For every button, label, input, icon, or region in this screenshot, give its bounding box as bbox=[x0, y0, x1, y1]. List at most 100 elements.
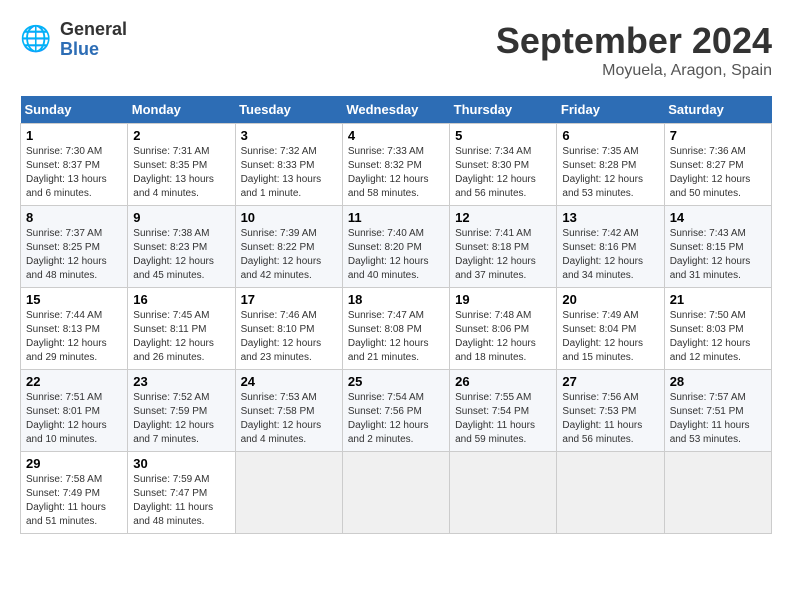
logo: 🌐 General Blue bbox=[20, 20, 127, 60]
day-number: 19 bbox=[455, 292, 551, 307]
day-number: 22 bbox=[26, 374, 122, 389]
day-info: Sunrise: 7:33 AM Sunset: 8:32 PM Dayligh… bbox=[348, 145, 444, 201]
day-number: 8 bbox=[26, 210, 122, 225]
day-number: 24 bbox=[241, 374, 337, 389]
calendar-day: 5 Sunrise: 7:34 AM Sunset: 8:30 PM Daylig… bbox=[450, 124, 557, 206]
day-info: Sunrise: 7:43 AM Sunset: 8:15 PM Dayligh… bbox=[670, 227, 766, 283]
calendar-day: 22 Sunrise: 7:51 AM Sunset: 8:01 PM Dayli… bbox=[21, 370, 128, 452]
calendar-day: 26 Sunrise: 7:55 AM Sunset: 7:54 PM Dayli… bbox=[450, 370, 557, 452]
day-info: Sunrise: 7:49 AM Sunset: 8:04 PM Dayligh… bbox=[562, 309, 658, 365]
calendar-week-1: 8 Sunrise: 7:37 AM Sunset: 8:25 PM Daylig… bbox=[21, 206, 772, 288]
day-number: 9 bbox=[133, 210, 229, 225]
day-number: 29 bbox=[26, 456, 122, 471]
day-info: Sunrise: 7:37 AM Sunset: 8:25 PM Dayligh… bbox=[26, 227, 122, 283]
calendar-day: 25 Sunrise: 7:54 AM Sunset: 7:56 PM Dayli… bbox=[342, 370, 449, 452]
day-info: Sunrise: 7:51 AM Sunset: 8:01 PM Dayligh… bbox=[26, 391, 122, 447]
day-info: Sunrise: 7:39 AM Sunset: 8:22 PM Dayligh… bbox=[241, 227, 337, 283]
calendar-day: 30 Sunrise: 7:59 AM Sunset: 7:47 PM Dayli… bbox=[128, 452, 235, 534]
day-number: 26 bbox=[455, 374, 551, 389]
calendar-day: 29 Sunrise: 7:58 AM Sunset: 7:49 PM Dayli… bbox=[21, 452, 128, 534]
calendar-day: 8 Sunrise: 7:37 AM Sunset: 8:25 PM Daylig… bbox=[21, 206, 128, 288]
day-number: 5 bbox=[455, 128, 551, 143]
day-info: Sunrise: 7:57 AM Sunset: 7:51 PM Dayligh… bbox=[670, 391, 766, 447]
header-thursday: Thursday bbox=[450, 96, 557, 124]
calendar-day: 9Sunrise: 7:38 AM Sunset: 8:23 PM Daylig… bbox=[128, 206, 235, 288]
day-number: 21 bbox=[670, 292, 766, 307]
day-number: 17 bbox=[241, 292, 337, 307]
day-info: Sunrise: 7:58 AM Sunset: 7:49 PM Dayligh… bbox=[26, 473, 122, 529]
title-block: September 2024 Moyuela, Aragon, Spain bbox=[496, 20, 772, 80]
day-number: 23 bbox=[133, 374, 229, 389]
calendar-day: 19 Sunrise: 7:48 AM Sunset: 8:06 PM Dayli… bbox=[450, 288, 557, 370]
calendar-day bbox=[557, 452, 664, 534]
day-number: 27 bbox=[562, 374, 658, 389]
header-wednesday: Wednesday bbox=[342, 96, 449, 124]
calendar-day: 17 Sunrise: 7:46 AM Sunset: 8:10 PM Dayli… bbox=[235, 288, 342, 370]
day-info: Sunrise: 7:31 AM Sunset: 8:35 PM Dayligh… bbox=[133, 145, 229, 201]
calendar-day bbox=[664, 452, 771, 534]
day-number: 13 bbox=[562, 210, 658, 225]
day-number: 30 bbox=[133, 456, 229, 471]
calendar-week-2: 15 Sunrise: 7:44 AM Sunset: 8:13 PM Dayli… bbox=[21, 288, 772, 370]
day-number: 28 bbox=[670, 374, 766, 389]
day-number: 10 bbox=[241, 210, 337, 225]
day-number: 18 bbox=[348, 292, 444, 307]
calendar-day bbox=[235, 452, 342, 534]
location: Moyuela, Aragon, Spain bbox=[496, 62, 772, 80]
day-info: Sunrise: 7:47 AM Sunset: 8:08 PM Dayligh… bbox=[348, 309, 444, 365]
day-info: Sunrise: 7:35 AM Sunset: 8:28 PM Dayligh… bbox=[562, 145, 658, 201]
calendar-day: 7 Sunrise: 7:36 AM Sunset: 8:27 PM Daylig… bbox=[664, 124, 771, 206]
day-number: 16 bbox=[133, 292, 229, 307]
day-number: 14 bbox=[670, 210, 766, 225]
calendar-day: 16Sunrise: 7:45 AM Sunset: 8:11 PM Dayli… bbox=[128, 288, 235, 370]
calendar-day: 11 Sunrise: 7:40 AM Sunset: 8:20 PM Dayli… bbox=[342, 206, 449, 288]
header-monday: Monday bbox=[128, 96, 235, 124]
day-number: 12 bbox=[455, 210, 551, 225]
calendar-week-4: 29 Sunrise: 7:58 AM Sunset: 7:49 PM Dayli… bbox=[21, 452, 772, 534]
day-info: Sunrise: 7:30 AM Sunset: 8:37 PM Dayligh… bbox=[26, 145, 122, 201]
svg-text:🌐: 🌐 bbox=[20, 24, 51, 53]
calendar-day: 27Sunrise: 7:56 AM Sunset: 7:53 PM Dayli… bbox=[557, 370, 664, 452]
calendar-table: SundayMondayTuesdayWednesdayThursdayFrid… bbox=[20, 96, 772, 534]
day-info: Sunrise: 7:52 AM Sunset: 7:59 PM Dayligh… bbox=[133, 391, 229, 447]
header-friday: Friday bbox=[557, 96, 664, 124]
day-info: Sunrise: 7:44 AM Sunset: 8:13 PM Dayligh… bbox=[26, 309, 122, 365]
calendar-day: 23 Sunrise: 7:52 AM Sunset: 7:59 PM Dayli… bbox=[128, 370, 235, 452]
calendar-week-0: 1Sunrise: 7:30 AM Sunset: 8:37 PM Daylig… bbox=[21, 124, 772, 206]
day-info: Sunrise: 7:55 AM Sunset: 7:54 PM Dayligh… bbox=[455, 391, 551, 447]
day-info: Sunrise: 7:46 AM Sunset: 8:10 PM Dayligh… bbox=[241, 309, 337, 365]
day-info: Sunrise: 7:40 AM Sunset: 8:20 PM Dayligh… bbox=[348, 227, 444, 283]
day-info: Sunrise: 7:36 AM Sunset: 8:27 PM Dayligh… bbox=[670, 145, 766, 201]
calendar-day bbox=[450, 452, 557, 534]
day-number: 11 bbox=[348, 210, 444, 225]
logo-text: General Blue bbox=[60, 20, 127, 60]
calendar-day: 12 Sunrise: 7:41 AM Sunset: 8:18 PM Dayli… bbox=[450, 206, 557, 288]
day-info: Sunrise: 7:53 AM Sunset: 7:58 PM Dayligh… bbox=[241, 391, 337, 447]
day-number: 25 bbox=[348, 374, 444, 389]
calendar-day: 2Sunrise: 7:31 AM Sunset: 8:35 PM Daylig… bbox=[128, 124, 235, 206]
day-info: Sunrise: 7:59 AM Sunset: 7:47 PM Dayligh… bbox=[133, 473, 229, 529]
calendar-day: 20Sunrise: 7:49 AM Sunset: 8:04 PM Dayli… bbox=[557, 288, 664, 370]
header-sunday: Sunday bbox=[21, 96, 128, 124]
calendar-day: 6 Sunrise: 7:35 AM Sunset: 8:28 PM Daylig… bbox=[557, 124, 664, 206]
logo-icon: 🌐 bbox=[20, 22, 56, 58]
calendar-day: 4 Sunrise: 7:33 AM Sunset: 8:32 PM Daylig… bbox=[342, 124, 449, 206]
day-number: 15 bbox=[26, 292, 122, 307]
calendar-day: 28 Sunrise: 7:57 AM Sunset: 7:51 PM Dayli… bbox=[664, 370, 771, 452]
calendar-day: 1Sunrise: 7:30 AM Sunset: 8:37 PM Daylig… bbox=[21, 124, 128, 206]
day-info: Sunrise: 7:41 AM Sunset: 8:18 PM Dayligh… bbox=[455, 227, 551, 283]
calendar-header-row: SundayMondayTuesdayWednesdayThursdayFrid… bbox=[21, 96, 772, 124]
day-number: 3 bbox=[241, 128, 337, 143]
day-info: Sunrise: 7:34 AM Sunset: 8:30 PM Dayligh… bbox=[455, 145, 551, 201]
calendar-day: 18 Sunrise: 7:47 AM Sunset: 8:08 PM Dayli… bbox=[342, 288, 449, 370]
calendar-day: 15 Sunrise: 7:44 AM Sunset: 8:13 PM Dayli… bbox=[21, 288, 128, 370]
day-number: 4 bbox=[348, 128, 444, 143]
month-title: September 2024 bbox=[496, 20, 772, 62]
day-number: 7 bbox=[670, 128, 766, 143]
day-number: 6 bbox=[562, 128, 658, 143]
day-info: Sunrise: 7:54 AM Sunset: 7:56 PM Dayligh… bbox=[348, 391, 444, 447]
day-info: Sunrise: 7:48 AM Sunset: 8:06 PM Dayligh… bbox=[455, 309, 551, 365]
calendar-day: 14 Sunrise: 7:43 AM Sunset: 8:15 PM Dayli… bbox=[664, 206, 771, 288]
day-info: Sunrise: 7:42 AM Sunset: 8:16 PM Dayligh… bbox=[562, 227, 658, 283]
page-header: 🌐 General Blue September 2024 Moyuela, A… bbox=[20, 20, 772, 80]
